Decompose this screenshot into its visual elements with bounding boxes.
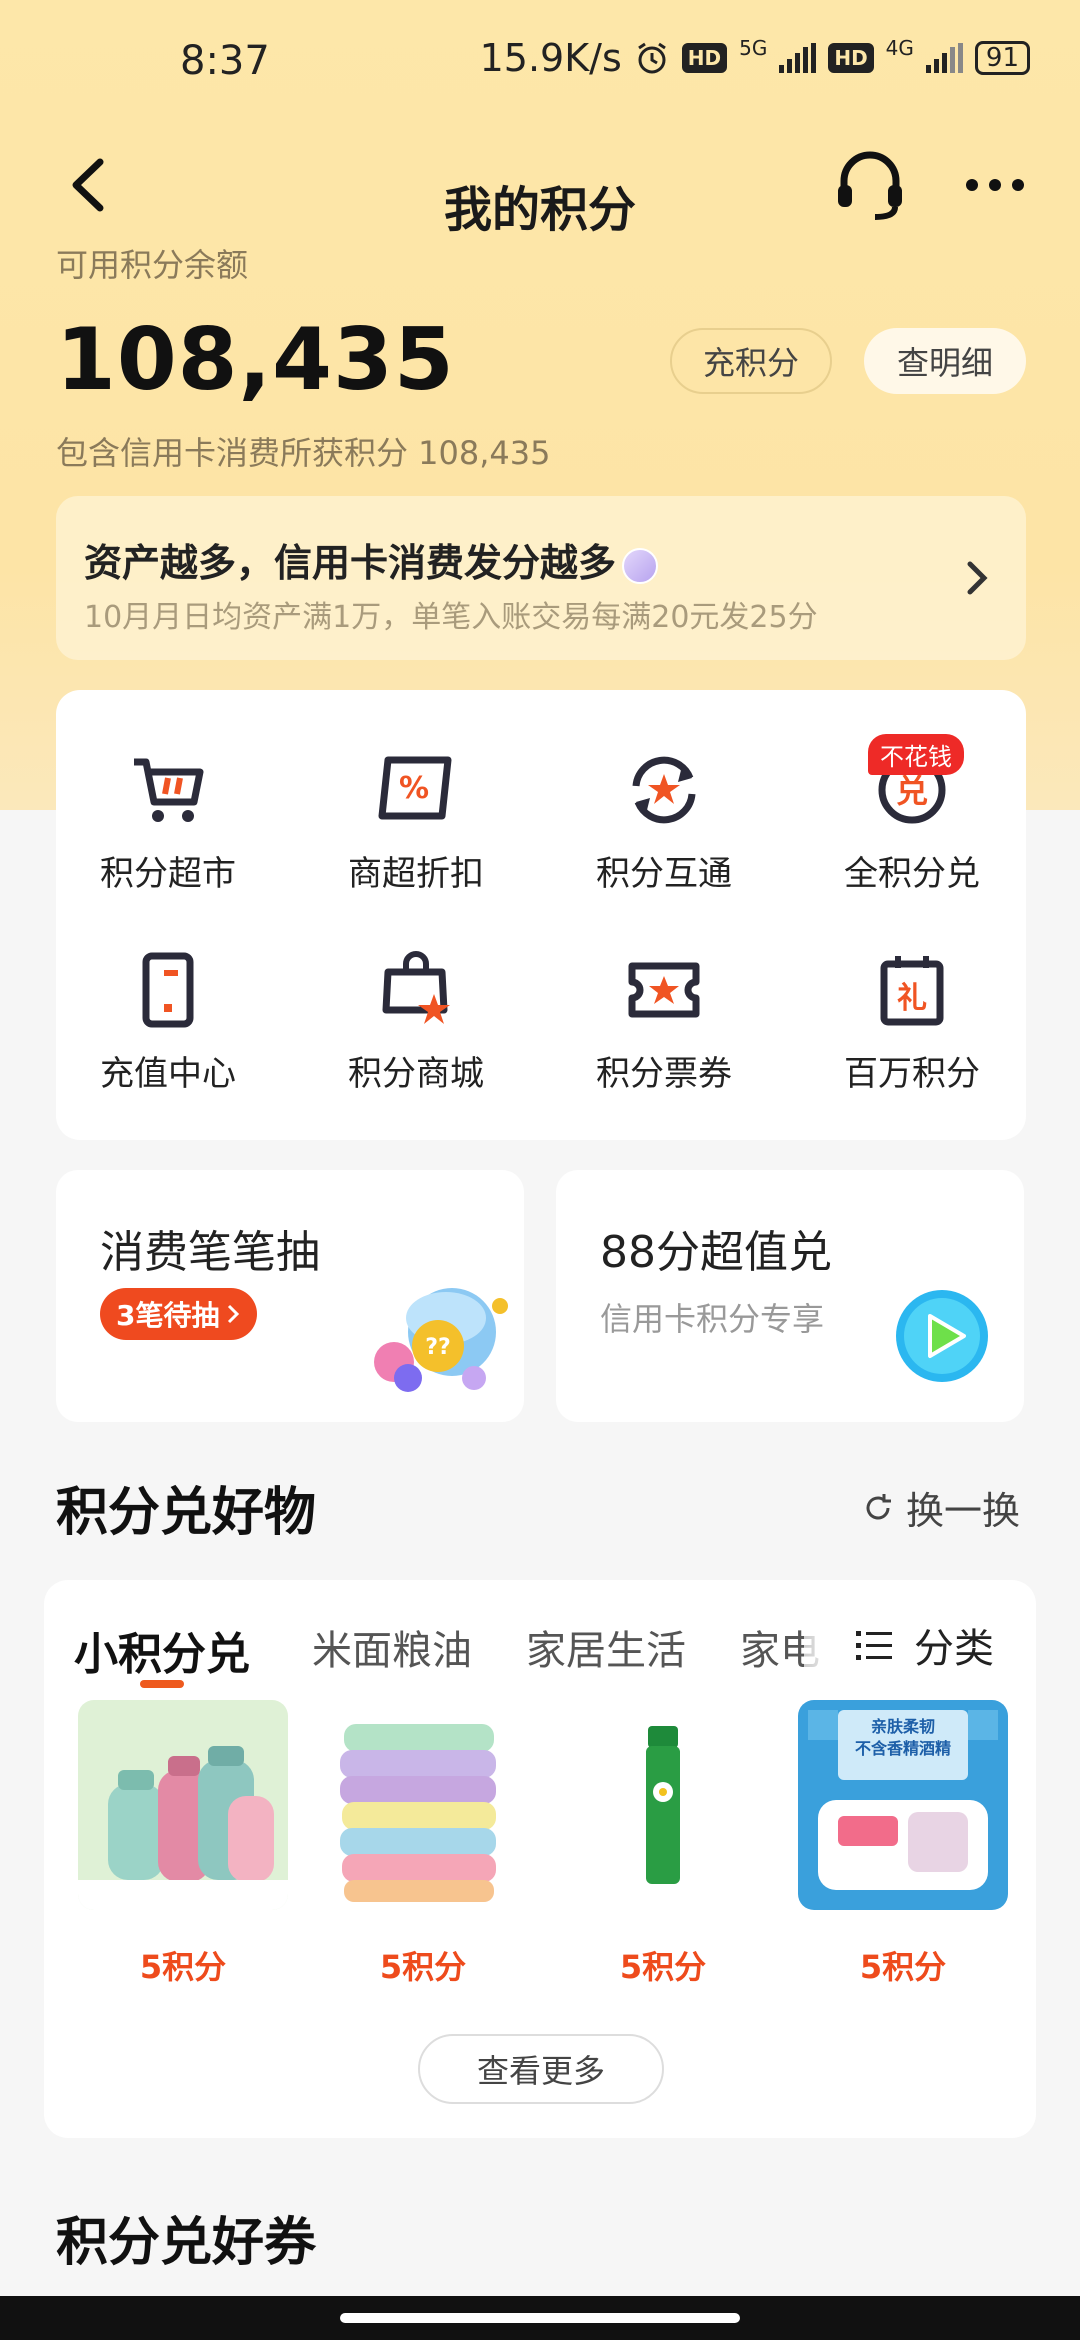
cart-icon: [134, 758, 204, 822]
status-time: 8:37: [180, 38, 270, 84]
refresh-label: 换一换: [906, 1489, 1021, 1533]
hd-badge-2: HD: [828, 43, 874, 73]
tab-grain-oil[interactable]: 米面粮油: [312, 1618, 472, 1676]
points-value-exchange-card[interactable]: 88分超值兑 信用卡积分专享: [556, 1170, 1024, 1422]
menu-label: 积分互通: [596, 854, 732, 894]
more-icon[interactable]: [960, 145, 1030, 225]
chevron-right-icon: [228, 1304, 240, 1324]
svg-text:??: ??: [425, 1335, 451, 1360]
gift-box-illustration: ??: [374, 1288, 508, 1392]
menu-item-points-mall[interactable]: 积分商城: [316, 950, 516, 1130]
discount-icon: %: [378, 756, 452, 820]
chevron-right-icon: [967, 561, 988, 595]
ticket-icon: [628, 962, 700, 1018]
list-icon: [856, 1631, 892, 1660]
menu-label: 商超折扣: [348, 854, 484, 894]
menu-label: 积分商城: [348, 1054, 484, 1094]
svg-text:兑: 兑: [896, 772, 928, 810]
network-type-4g: 4G: [885, 36, 914, 60]
headset-icon[interactable]: [830, 145, 910, 225]
bag-icon: [382, 951, 450, 1024]
wipes-text-1: 亲肤柔韧: [871, 1717, 935, 1736]
exchange-icon: [632, 756, 696, 824]
signal-icon-2: [925, 43, 963, 73]
tab-small-points[interactable]: 小积分兑: [74, 1618, 250, 1682]
balance-label: 可用积分余额: [56, 246, 249, 284]
hd-badge: HD: [681, 43, 728, 73]
navigation-bar: 我的积分: [0, 110, 1080, 260]
view-details-button[interactable]: 查明细: [864, 328, 1026, 394]
coupon-section-title: 积分兑好券: [56, 2213, 317, 2273]
network-speed: 15.9K/s: [479, 36, 622, 80]
goods-price: 5积分: [379, 1948, 467, 1986]
page-title: 我的积分: [443, 182, 636, 238]
category-label: 分类: [914, 1626, 994, 1672]
balance-value: 108,435: [56, 310, 455, 410]
menu-item-points-tickets[interactable]: 积分票券: [564, 950, 764, 1130]
goods-price: 5积分: [619, 1948, 707, 1986]
category-button[interactable]: 分类: [804, 1600, 1034, 1690]
menu-label: 充值中心: [100, 1054, 236, 1094]
status-indicators: 15.9K/s HD 5G HD 4G 91: [480, 36, 1030, 80]
towel-stack-image: [318, 1700, 528, 1910]
wipes-text-2: 不含香精酒精: [855, 1739, 951, 1758]
network-type-5g: 5G: [739, 36, 768, 60]
recharge-points-button[interactable]: 充积分: [670, 328, 832, 394]
promo-subtitle: 10月月日均资产满1万，单笔入账交易每满20元发25分: [84, 600, 818, 635]
lottery-card[interactable]: 消费笔笔抽 3笔待抽 ??: [56, 1170, 524, 1422]
menu-label: 积分票券: [596, 1054, 732, 1094]
goods-price: 5积分: [859, 1948, 947, 1986]
battery-icon: 91: [974, 41, 1030, 75]
goods-card: 小积分兑 米面粮油 家居生活 家电 分类 5积分 5积分 5积分 亲肤柔韧 不含…: [44, 1580, 1036, 2138]
menu-label: 百万积分: [844, 1054, 980, 1094]
gift-calendar-icon: 礼: [880, 956, 944, 1026]
menu-item-points-market[interactable]: 积分超市: [68, 750, 268, 930]
svg-text:礼: 礼: [897, 981, 927, 1016]
goods-price: 5积分: [139, 1948, 227, 1986]
status-bar: 8:37 15.9K/s HD 5G HD 4G 91: [0, 0, 1080, 120]
goods-item[interactable]: 5积分: [78, 1700, 288, 1988]
menu-item-full-points-redeem[interactable]: 兑 全积分兑: [812, 750, 1012, 930]
exchange-title: 88分超值兑: [600, 1227, 832, 1278]
menu-label: 积分超市: [100, 854, 236, 894]
goods-item[interactable]: 5积分: [318, 1700, 528, 1988]
promo-banner[interactable]: 资产越多，信用卡消费发分越多 10月月日均资产满1万，单笔入账交易每满20元发2…: [56, 496, 1026, 660]
goods-section-title: 积分兑好物: [56, 1483, 317, 1543]
play-icon: [896, 1290, 988, 1382]
goods-item[interactable]: 5积分: [558, 1700, 768, 1988]
free-badge: 不花钱: [868, 734, 964, 775]
medal-icon: [622, 547, 659, 584]
view-more-button[interactable]: 查看更多: [418, 2034, 664, 2104]
lip-balm-image: [558, 1700, 768, 1910]
balance-note: 包含信用卡消费所获积分 108,435: [56, 434, 551, 472]
refresh-button[interactable]: 换一换: [862, 1480, 1020, 1535]
thermos-cups-image: [78, 1700, 288, 1910]
goods-item[interactable]: 亲肤柔韧 不含香精酒精 5积分: [798, 1700, 1008, 1988]
menu-item-points-exchange[interactable]: 积分互通: [564, 750, 764, 930]
tab-home-living[interactable]: 家居生活: [526, 1618, 686, 1676]
pending-draws-button[interactable]: 3笔待抽: [100, 1288, 258, 1340]
menu-label: 全积分兑: [844, 854, 980, 894]
exchange-subtitle: 信用卡积分专享: [600, 1300, 825, 1338]
home-gesture-handle[interactable]: [340, 2313, 740, 2323]
pending-draws-label: 3笔待抽: [116, 1299, 220, 1332]
signal-icon: [779, 43, 817, 73]
promo-title: 资产越多，信用卡消费发分越多: [84, 532, 659, 587]
menu-item-supermarket-discount[interactable]: % 商超折扣: [316, 750, 516, 930]
svg-text:%: %: [399, 771, 429, 806]
phone-icon: [142, 952, 194, 1028]
lottery-title: 消费笔笔抽: [100, 1227, 320, 1278]
wet-wipes-image: 亲肤柔韧 不含香精酒精: [798, 1700, 1008, 1910]
menu-item-recharge-center[interactable]: 充值中心: [68, 950, 268, 1130]
refresh-icon: [866, 1493, 891, 1519]
active-tab-indicator: [140, 1680, 184, 1688]
alarm-icon: [637, 42, 666, 74]
menu-item-million-points[interactable]: 礼 百万积分: [812, 950, 1012, 1130]
promo-title-text: 资产越多，信用卡消费发分越多: [84, 541, 617, 585]
